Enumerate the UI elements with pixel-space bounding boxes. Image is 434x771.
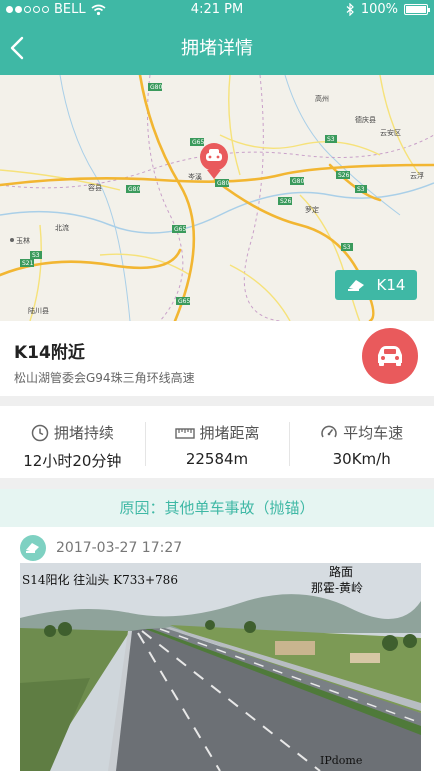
stat-value: 22584m xyxy=(185,450,249,468)
speedometer-icon xyxy=(321,425,337,437)
stat-label: 拥堵持续 xyxy=(53,424,114,442)
road-label: S26 xyxy=(338,172,350,179)
road-label: G65 xyxy=(174,226,186,233)
camera-icon xyxy=(347,280,364,291)
camera-overlay-road: 路面 xyxy=(329,565,354,579)
road-label: S21 xyxy=(22,260,34,267)
road-label: S3 xyxy=(327,136,335,143)
stat-speed: 平均车速 30Km/h xyxy=(289,406,434,478)
stat-distance: 拥堵距离 22584m xyxy=(144,406,290,478)
k14-badge-label: K14 xyxy=(376,276,406,294)
location-name: K14附近 xyxy=(14,343,85,363)
road-label: S3 xyxy=(32,252,40,259)
road-label: G65 xyxy=(192,139,204,146)
car-report-button[interactable] xyxy=(362,328,418,384)
stat-value: 12小时20分钟 xyxy=(23,452,122,470)
battery-label: 100% xyxy=(360,2,398,17)
congestion-marker-icon[interactable] xyxy=(200,143,228,179)
place-label: 德庆县 xyxy=(355,115,376,124)
road-label: G80 xyxy=(128,186,140,193)
report-timestamp: 2017-03-27 17:27 xyxy=(56,540,183,556)
road-label: G80 xyxy=(292,178,304,185)
top-bar: BELL 4:21 PM 100% 拥堵详情 xyxy=(0,0,434,75)
road-label: G80 xyxy=(217,180,229,187)
ruler-icon xyxy=(174,427,195,439)
status-bar: BELL 4:21 PM 100% xyxy=(0,0,434,20)
stat-label: 拥堵距离 xyxy=(199,424,260,442)
car-icon xyxy=(378,346,402,366)
road-label: S3 xyxy=(357,186,365,193)
battery-icon xyxy=(404,4,430,15)
place-label: 玉林 xyxy=(16,236,30,245)
clock-icon xyxy=(31,424,49,441)
location-card: K14附近 松山湖管委会G94珠三角环线高速 xyxy=(0,321,434,396)
stat-value: 30Km/h xyxy=(332,450,391,468)
place-label: 北流 xyxy=(55,223,69,232)
report-header: 2017-03-27 17:27 xyxy=(20,535,182,561)
camera-icon xyxy=(26,543,39,553)
place-label: 容县 xyxy=(88,183,102,192)
nav-bar: 拥堵详情 xyxy=(0,24,434,72)
camera-overlay-location: S14阳化 往汕头 K733+786 xyxy=(22,573,178,587)
place-label: 陆川县 xyxy=(28,306,49,315)
place-label: 罗定 xyxy=(305,205,319,214)
bluetooth-icon xyxy=(346,3,354,16)
place-label: 云浮 xyxy=(410,171,424,180)
place-label: 高州 xyxy=(315,94,329,103)
road-label: S26 xyxy=(280,198,292,205)
k14-badge-button[interactable]: K14 xyxy=(335,270,417,300)
place-label: 云安区 xyxy=(380,128,401,137)
road-label: G65 xyxy=(178,298,190,305)
traffic-camera-photo[interactable]: S14阳化 往汕头 K733+786 路面 那霍-黄岭 IPdome xyxy=(20,563,421,771)
avatar xyxy=(20,535,46,561)
location-subtitle: 松山湖管委会G94珠三角环线高速 xyxy=(14,371,195,385)
reason-banner: 原因：其他单车事故（抛锚） xyxy=(0,489,434,527)
camera-overlay-brand: IPdome xyxy=(320,754,363,767)
stat-duration: 拥堵持续 12小时20分钟 xyxy=(0,406,145,478)
stats-panel: 拥堵持续 12小时20分钟 拥堵距离 22584m 平均车速 30Km/h xyxy=(0,406,434,478)
camera-overlay-segment: 那霍-黄岭 xyxy=(311,581,364,595)
road-label: S3 xyxy=(343,244,351,251)
screen: BELL 4:21 PM 100% 拥堵详情 G80 G65 G65 G80 G… xyxy=(0,0,434,771)
place-label: 岑溪 xyxy=(188,172,202,181)
page-title: 拥堵详情 xyxy=(181,38,253,59)
stat-label: 平均车速 xyxy=(343,424,404,442)
report-card: 2017-03-27 17:27 S14阳化 往汕头 K733+786 路面 那… xyxy=(0,527,434,771)
status-right: 100% xyxy=(346,2,430,17)
road-label: G80 xyxy=(150,84,162,91)
